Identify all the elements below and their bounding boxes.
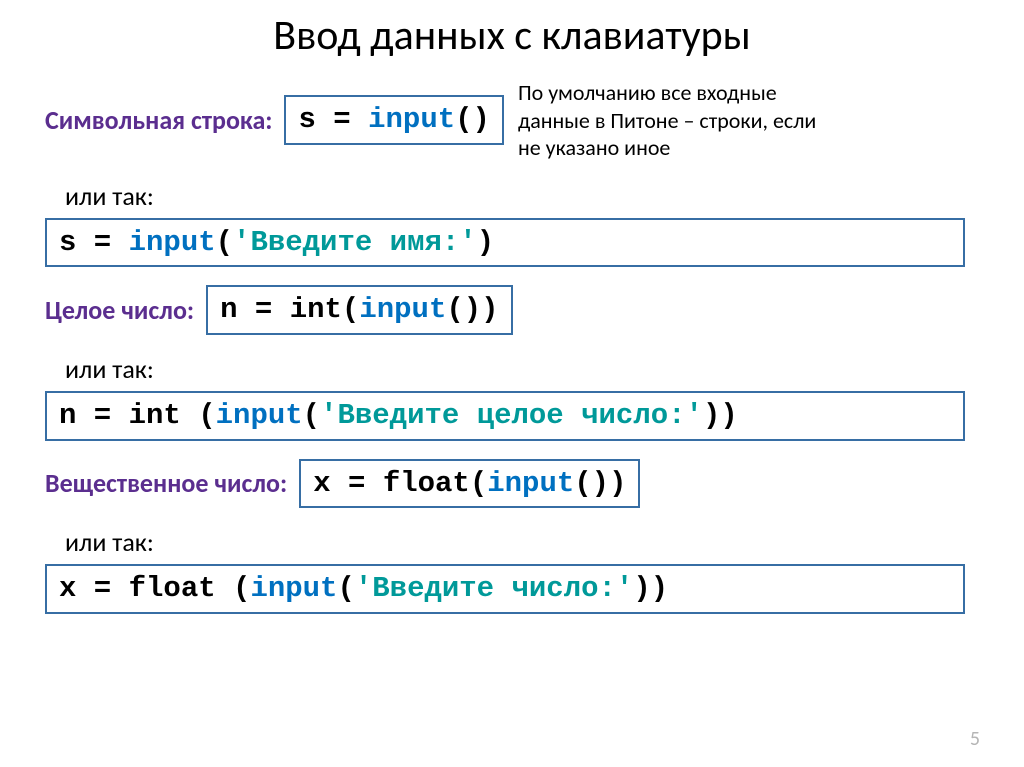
label-or-1: или так:: [65, 180, 979, 212]
code-text: ()): [446, 293, 498, 326]
code-box-6: x = float (input('Введите число:')): [45, 564, 965, 614]
code-text: x = float: [59, 572, 233, 605]
code-text: (: [470, 467, 487, 500]
code-box-5: x = float(input()): [299, 459, 640, 509]
code-keyword-input: input: [216, 399, 303, 432]
code-text: (: [216, 226, 233, 259]
row-string-prompt: s = input('Введите имя:'): [45, 218, 979, 268]
row-float-prompt: x = float (input('Введите число:')): [45, 564, 979, 614]
row-int: Целое число: n = int(input()): [45, 285, 979, 335]
code-keyword-input: input: [487, 467, 574, 500]
code-text: ): [477, 226, 494, 259]
label-or-2: или так:: [65, 353, 979, 385]
code-string: 'Введите целое число:': [320, 399, 703, 432]
label-or-3: или так:: [65, 526, 979, 558]
code-text: (: [233, 572, 250, 605]
code-string: 'Введите имя:': [233, 226, 477, 259]
code-box-4: n = int (input('Введите целое число:')): [45, 391, 965, 441]
code-text: (: [342, 293, 359, 326]
code-text: (: [198, 399, 215, 432]
code-text: )): [633, 572, 668, 605]
code-text: n = int: [220, 293, 342, 326]
code-keyword-input: input: [368, 103, 455, 136]
code-text: )): [703, 399, 738, 432]
code-keyword-input: input: [359, 293, 446, 326]
row-float: Вещественное число: x = float(input()): [45, 459, 979, 509]
code-keyword-input: input: [129, 226, 216, 259]
code-text: (): [455, 103, 490, 136]
code-string: 'Введите число:': [355, 572, 633, 605]
label-float: Вещественное число:: [45, 467, 287, 499]
slide-title: Ввод данных с клавиатуры: [45, 10, 979, 61]
row-int-prompt: n = int (input('Введите целое число:')): [45, 391, 979, 441]
code-text: s =: [298, 103, 368, 136]
label-int: Целое число:: [45, 294, 194, 326]
row-string: Символьная строка: s = input() По умолча…: [45, 79, 979, 162]
page-number: 5: [970, 727, 980, 751]
code-text: (: [303, 399, 320, 432]
side-note: По умолчанию все входные данные в Питоне…: [518, 79, 818, 162]
code-text: n = int: [59, 399, 198, 432]
label-string: Символьная строка:: [45, 104, 272, 136]
code-text: s =: [59, 226, 129, 259]
code-text: ()): [574, 467, 626, 500]
code-text: x = float: [313, 467, 470, 500]
code-box-1: s = input(): [284, 95, 503, 145]
code-box-3: n = int(input()): [206, 285, 512, 335]
code-box-2: s = input('Введите имя:'): [45, 218, 965, 268]
code-text: (: [337, 572, 354, 605]
code-keyword-input: input: [250, 572, 337, 605]
